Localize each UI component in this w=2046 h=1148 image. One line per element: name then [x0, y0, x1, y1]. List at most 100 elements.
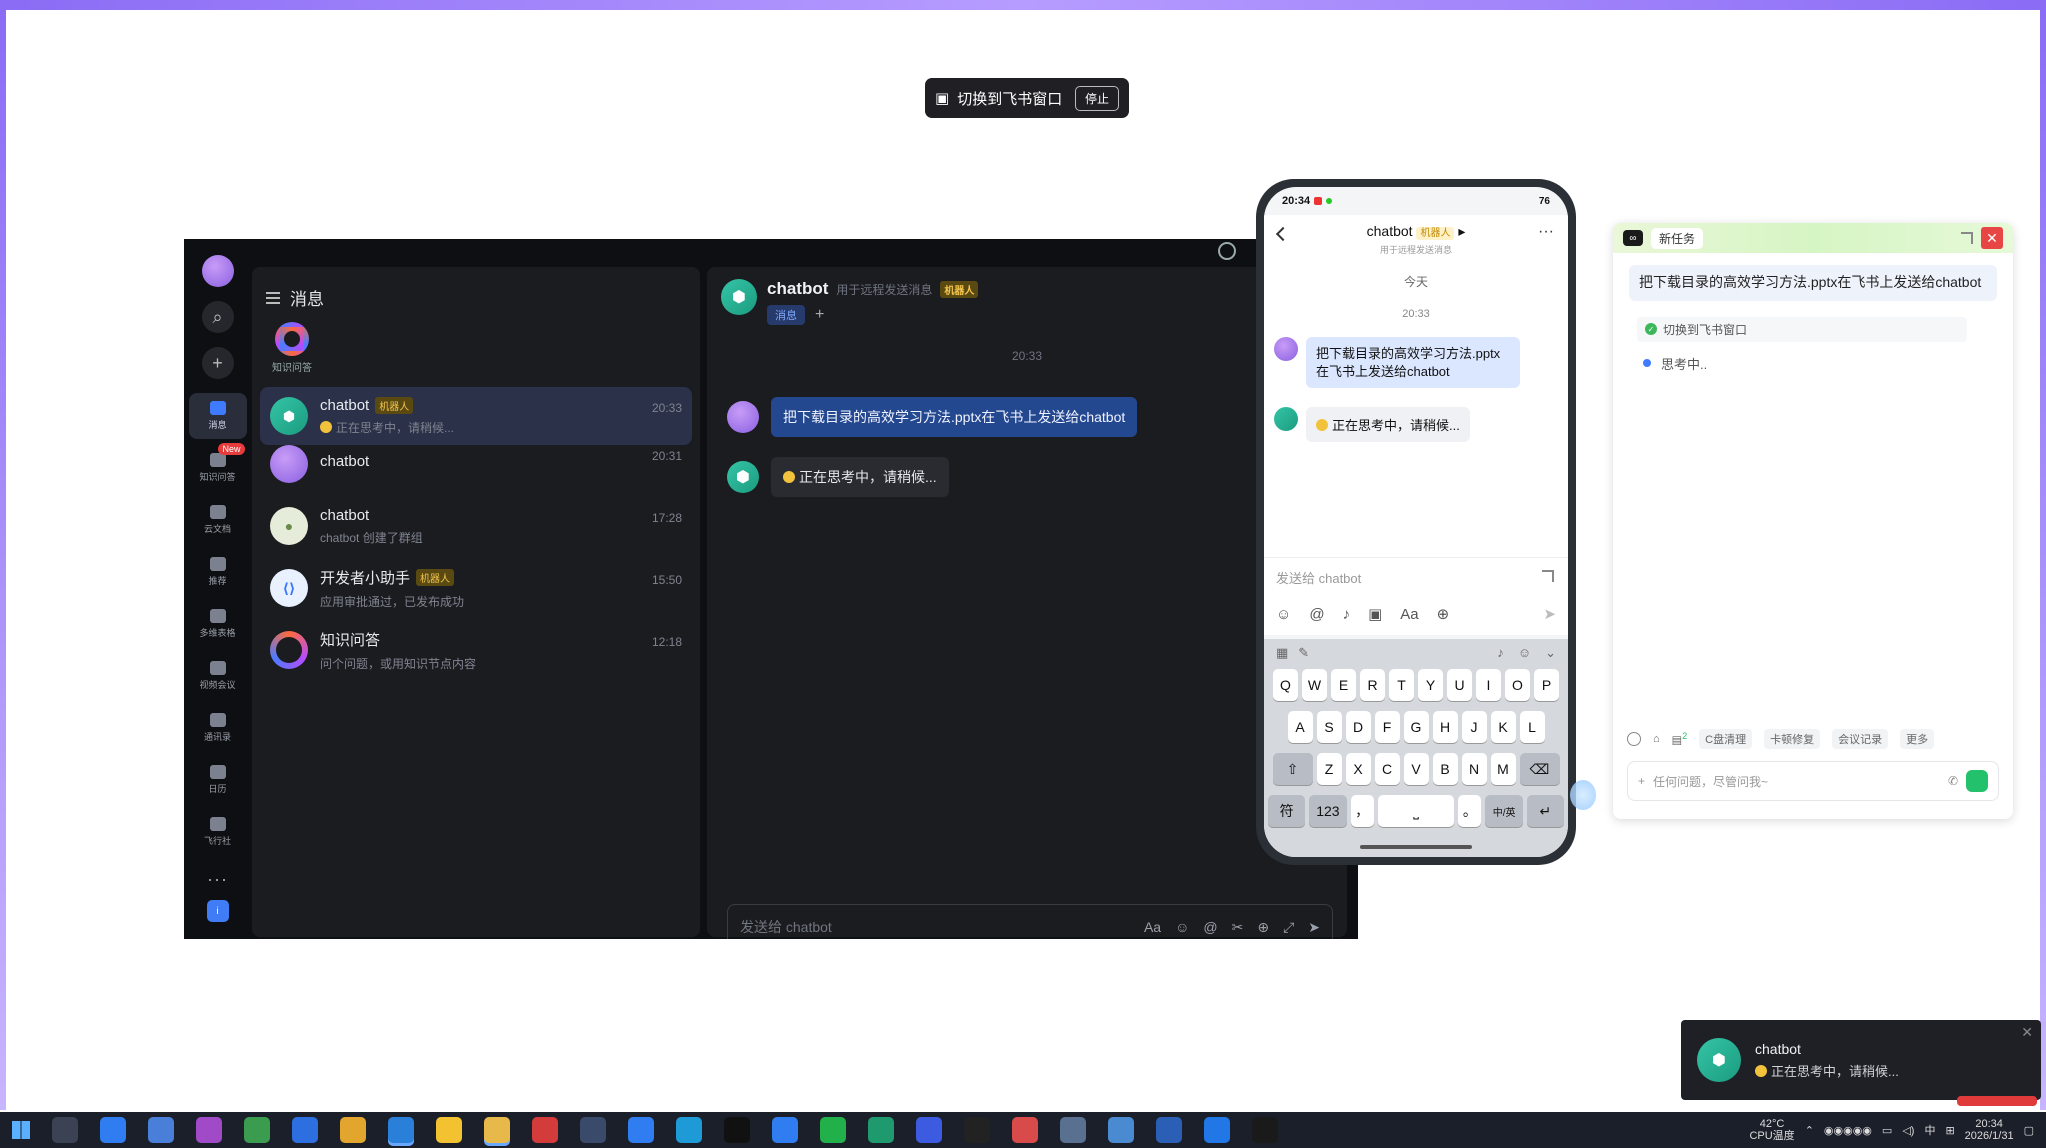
pen-app-icon[interactable]	[580, 1117, 606, 1143]
chip-more[interactable]: 更多	[1900, 729, 1935, 749]
notes-app-icon[interactable]	[436, 1117, 462, 1143]
phone-input-area[interactable]: 发送给 chatbot ☺ @ ♪ ▣ Aa ⊕ ➤	[1264, 557, 1568, 635]
key-j[interactable]: J	[1461, 711, 1487, 743]
rail-item-base[interactable]: 多维表格	[189, 601, 247, 647]
comma-key[interactable]: ，	[1350, 795, 1374, 827]
lark-alt-icon[interactable]	[628, 1117, 654, 1143]
send-icon[interactable]: ➤	[1308, 919, 1320, 936]
key-m[interactable]: M	[1490, 753, 1516, 785]
key-z[interactable]: Z	[1316, 753, 1342, 785]
key-a[interactable]: A	[1287, 711, 1313, 743]
rail-item-calendar[interactable]: 日历	[189, 757, 247, 803]
rail-item-messages[interactable]: 消息	[188, 393, 247, 439]
key-p[interactable]: P	[1534, 669, 1559, 701]
voice-input-icon[interactable]: ♪	[1497, 645, 1504, 661]
expand-icon[interactable]: ⤢	[1283, 919, 1294, 936]
list-item[interactable]: ⟨⟩ 开发者小助手 机器人 应用审批通过，已发布成功 15:50	[260, 559, 692, 617]
new-task-button[interactable]: 新任务	[1651, 227, 1704, 249]
key-t[interactable]: T	[1389, 669, 1414, 701]
spreadsheet-app-icon[interactable]	[244, 1117, 270, 1143]
tray-apps-icon[interactable]: ◉◉◉◉◉	[1824, 1124, 1872, 1137]
message-input[interactable]: 发送给 chatbot Aa ☺ @ ✂ ⊕ ⤢ ➤	[727, 904, 1333, 939]
add-icon[interactable]: +	[201, 347, 234, 379]
rail-item-meeting[interactable]: 视频会议	[189, 653, 247, 699]
key-n[interactable]: N	[1461, 753, 1487, 785]
more-icon[interactable]: ···	[207, 869, 228, 890]
send-button[interactable]	[1966, 770, 1988, 792]
phone-chat-title[interactable]: chatbot	[1367, 223, 1413, 239]
text-format-icon[interactable]: Aa	[1144, 919, 1161, 935]
add-icon[interactable]: ⊕	[1257, 919, 1269, 936]
chip-meeting-notes[interactable]: 会议记录	[1832, 729, 1889, 749]
stop-share-button[interactable]: 停止	[1074, 85, 1119, 111]
powershell-icon[interactable]	[1156, 1117, 1182, 1143]
keyboard-menu-icon[interactable]: ▦	[1276, 645, 1288, 661]
chip-lag-fix[interactable]: 卡顿修复	[1764, 729, 1821, 749]
screenshot-icon[interactable]: ✂	[1232, 919, 1244, 936]
rail-item-docs[interactable]: 云文档	[189, 497, 247, 543]
key-h[interactable]: H	[1432, 711, 1458, 743]
search-icon[interactable]: ⌕	[201, 301, 234, 333]
enter-key[interactable]: ↵	[1526, 795, 1565, 827]
key-y[interactable]: Y	[1418, 669, 1443, 701]
app-launcher-icon[interactable]: i	[206, 900, 229, 922]
pointer-app-icon[interactable]	[1204, 1117, 1230, 1143]
history-icon[interactable]	[1627, 732, 1641, 746]
rail-item-recommend[interactable]: 推荐	[189, 549, 247, 595]
backspace-key[interactable]: ⌫	[1519, 753, 1560, 785]
close-icon[interactable]: ✕	[1981, 227, 2003, 249]
key-g[interactable]: G	[1403, 711, 1429, 743]
cpu-temperature[interactable]: 42°C CPU温度	[1749, 1118, 1794, 1142]
close-icon[interactable]: ✕	[2021, 1024, 2033, 1041]
terminal-icon[interactable]	[964, 1117, 990, 1143]
lark-mini-icon[interactable]	[772, 1117, 798, 1143]
menu-icon[interactable]	[266, 291, 280, 304]
key-c[interactable]: C	[1374, 753, 1400, 785]
key-v[interactable]: V	[1403, 753, 1429, 785]
volume-icon[interactable]: ◁)	[1902, 1124, 1914, 1137]
key-x[interactable]: X	[1345, 753, 1371, 785]
image-icon[interactable]: ▣	[1368, 605, 1382, 623]
phone-call-icon[interactable]: ✆	[1948, 774, 1958, 788]
notification-center-icon[interactable]: ▢	[2024, 1124, 2034, 1137]
assistant-logo-taskbar-icon[interactable]	[1252, 1117, 1278, 1143]
mention-icon[interactable]: @	[1309, 606, 1324, 623]
list-item[interactable]: 知识问答 问个问题，或用知识节点内容 12:18	[260, 621, 692, 679]
period-key[interactable]: 。	[1458, 795, 1482, 827]
attach-icon[interactable]: +	[1638, 774, 1645, 788]
assistant-app-icon[interactable]	[916, 1117, 942, 1143]
puzzle-app-icon[interactable]	[1012, 1117, 1038, 1143]
rail-item-community[interactable]: 飞行社	[189, 809, 247, 855]
collapse-keyboard-icon[interactable]: ⌄	[1545, 645, 1556, 661]
more-icon[interactable]: ···	[1538, 223, 1554, 241]
expand-icon[interactable]	[1961, 232, 1973, 244]
wechat-icon[interactable]	[820, 1117, 846, 1143]
user-avatar[interactable]	[201, 255, 234, 287]
history-icon[interactable]	[1218, 242, 1236, 260]
key-u[interactable]: U	[1447, 669, 1472, 701]
list-item[interactable]: ● chatbot chatbot 创建了群组 17:28	[260, 497, 692, 555]
emoji-icon[interactable]: ☺	[1276, 606, 1291, 623]
rail-item-contacts[interactable]: 通讯录	[189, 705, 247, 751]
key-q[interactable]: Q	[1273, 669, 1298, 701]
tab-messages[interactable]: 消息	[767, 305, 805, 325]
key-e[interactable]: E	[1331, 669, 1356, 701]
key-s[interactable]: S	[1316, 711, 1342, 743]
key-f[interactable]: F	[1374, 711, 1400, 743]
key-d[interactable]: D	[1345, 711, 1371, 743]
rail-item-knowledge-qa[interactable]: New 知识问答	[189, 443, 247, 491]
text-format-icon[interactable]: Aa	[1400, 606, 1418, 623]
chrome-browser-icon[interactable]	[340, 1117, 366, 1143]
security-app-icon[interactable]	[532, 1117, 558, 1143]
ime-indicator[interactable]: 中	[1924, 1122, 1935, 1138]
task-view-icon[interactable]	[52, 1117, 78, 1143]
keyboard-ai-icon[interactable]: ✎	[1298, 645, 1309, 661]
expand-icon[interactable]	[1542, 570, 1554, 582]
key-b[interactable]: B	[1432, 753, 1458, 785]
key-o[interactable]: O	[1505, 669, 1530, 701]
language-switch-key[interactable]: 中/英	[1485, 795, 1523, 827]
ai-app-icon[interactable]	[724, 1117, 750, 1143]
space-key[interactable]: ⎵	[1377, 795, 1455, 827]
home-icon[interactable]: ⌂	[1653, 733, 1660, 745]
chatgpt-icon[interactable]	[868, 1117, 894, 1143]
